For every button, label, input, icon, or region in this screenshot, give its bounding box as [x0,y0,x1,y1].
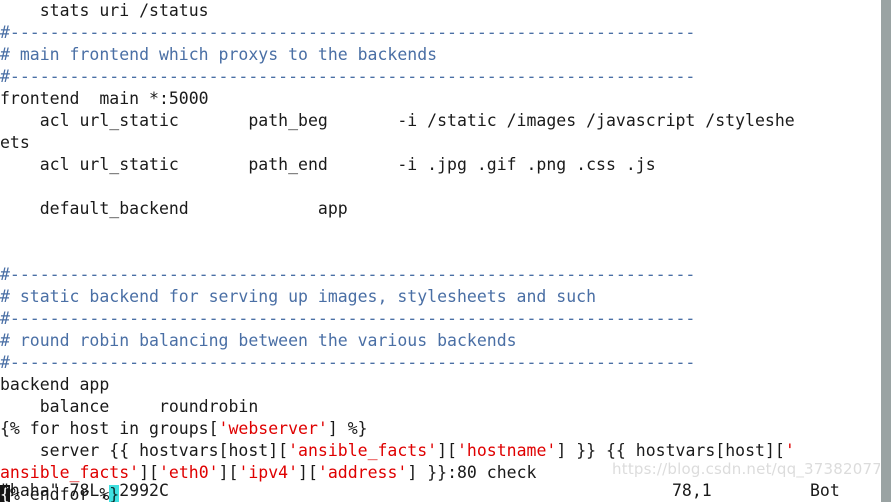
code-line[interactable]: #---------------------------------------… [0,66,880,88]
code-text: ] %} [327,419,368,438]
vertical-scrollbar-track[interactable] [880,0,894,502]
code-line[interactable]: # main frontend which proxys to the back… [0,44,880,66]
code-line[interactable]: # round robin balancing between the vari… [0,330,880,352]
code-string: 'ansible_facts' [288,441,438,460]
code-comment: #---------------------------------------… [0,309,696,328]
code-line[interactable]: # static backend for serving up images, … [0,286,880,308]
code-comment: # static backend for serving up images, … [0,287,597,306]
code-text: server {{ hostvars[host][ [0,441,289,460]
code-text: ] }} {{ hostvars[host][ [556,441,785,460]
code-line[interactable]: stats uri /status [0,0,880,22]
code-text: balance roundrobin [0,397,259,416]
code-line[interactable]: #---------------------------------------… [0,308,880,330]
code-string: ' [784,441,795,460]
code-comment: #---------------------------------------… [0,67,696,86]
code-text: backend app [0,375,110,394]
code-line[interactable]: frontend main *:5000 [0,88,880,110]
code-line[interactable]: server {{ hostvars[host]['ansible_facts'… [0,440,880,462]
terminal-screen: stats uri /status #----------------------… [0,0,894,502]
code-line[interactable]: #---------------------------------------… [0,264,880,286]
code-text: default_backend app [0,199,348,218]
status-file-info: "haha" 78L, 2992C [0,481,169,500]
code-line[interactable]: balance roundrobin [0,396,880,418]
code-line[interactable]: #---------------------------------------… [0,22,880,44]
code-text: ets [0,133,30,152]
code-text: stats uri /status [0,1,209,20]
code-text: {% for host in groups[ [0,419,219,438]
code-text: frontend main *:5000 [0,89,209,108]
code-comment: #---------------------------------------… [0,23,696,42]
vertical-scrollbar-thumb[interactable] [881,0,891,502]
code-line[interactable] [0,242,880,264]
code-line[interactable] [0,176,880,198]
code-string: 'webserver' [218,419,328,438]
code-text: ][ [437,441,457,460]
code-line[interactable]: acl url_static path_beg -i /static /imag… [0,110,880,132]
code-line[interactable]: default_backend app [0,198,880,220]
code-string: 'hostname' [456,441,557,460]
code-comment: # round robin balancing between the vari… [0,331,517,350]
code-line[interactable] [0,220,880,242]
code-comment: #---------------------------------------… [0,353,696,372]
code-line[interactable]: acl url_static path_end -i .jpg .gif .pn… [0,154,880,176]
status-cursor-position: 78,1 [672,481,712,500]
code-line[interactable]: ets [0,132,880,154]
code-line[interactable]: backend app [0,374,880,396]
code-text: acl url_static path_end -i .jpg .gif .pn… [0,155,656,174]
code-comment: # main frontend which proxys to the back… [0,45,438,64]
status-scroll-indicator: Bot [810,481,840,500]
code-comment: #---------------------------------------… [0,265,696,284]
code-text: acl url_static path_beg -i /static /imag… [0,111,795,130]
vim-text-buffer[interactable]: stats uri /status #----------------------… [0,0,880,502]
vim-status-line: "haha" 78L, 2992C 78,1 Bot [0,480,880,502]
code-line[interactable]: {% for host in groups['webserver'] %} [0,418,880,440]
code-line[interactable]: #---------------------------------------… [0,352,880,374]
